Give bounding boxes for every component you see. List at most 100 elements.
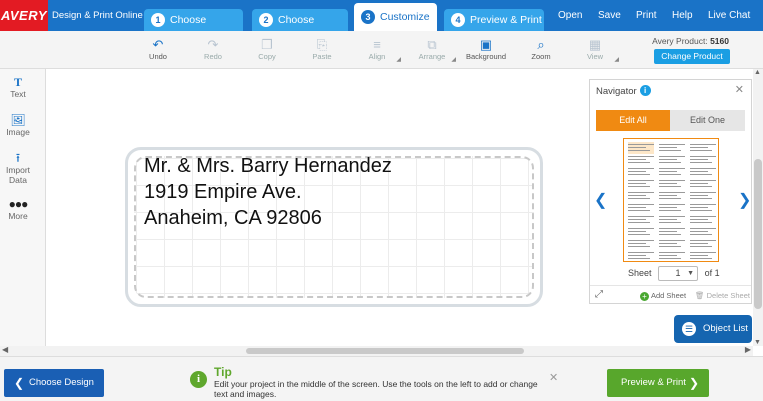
thumbnail-label-cell — [690, 154, 716, 166]
paste-label: Paste — [312, 52, 332, 61]
align-button[interactable]: ≡ Align ◢ — [355, 37, 401, 63]
step-preview-print[interactable]: 4 Preview & Print — [444, 9, 544, 31]
more-icon: ●●● — [8, 197, 29, 211]
chevron-right-icon: ❯ — [688, 376, 699, 390]
delete-sheet-label: Delete Sheet — [706, 291, 750, 300]
copy-icon: ❐ — [261, 37, 273, 52]
live-chat-link[interactable]: Live Chat — [708, 0, 750, 31]
tip-text: Edit your project in the middle of the s… — [214, 379, 538, 399]
image-icon: 🖼 — [10, 113, 26, 127]
product-number: 5160 — [710, 36, 729, 46]
choose-design-label: Choose Design — [29, 377, 94, 388]
thumbnail-label-cell — [628, 166, 654, 178]
thumbnail-label-cell — [690, 238, 716, 250]
step-number: 3 — [361, 10, 375, 24]
step-number: 4 — [451, 13, 465, 27]
redo-button[interactable]: ↷ Redo — [191, 37, 235, 61]
sidebar-item-label: More — [8, 211, 28, 221]
close-icon[interactable]: ✕ — [735, 83, 744, 96]
horizontal-scroll-thumb[interactable] — [246, 348, 524, 354]
text-icon: T — [13, 75, 22, 89]
thumbnail-label-cell — [690, 202, 716, 214]
add-sheet-label: Add Sheet — [651, 291, 687, 300]
redo-label: Redo — [204, 52, 222, 61]
expand-icon[interactable]: ⤢ — [595, 289, 603, 300]
top-nav-bar: AVERY Design & Print Online 1 Choose Pro… — [0, 0, 763, 48]
scroll-up-icon[interactable]: ▲ — [754, 69, 761, 76]
toolbar: ↶ Undo ↷ Redo ❐ Copy ⎘ Paste ≡ Align ◢ ⧉… — [0, 31, 763, 69]
sidebar-item-import-data[interactable]: ⭱ Import Data — [0, 151, 36, 185]
scroll-left-icon[interactable]: ◀ — [2, 345, 8, 354]
help-link[interactable]: Help — [672, 0, 693, 31]
sidebar-item-image[interactable]: 🖼 Image — [0, 113, 36, 137]
step-customize[interactable]: 3 Customize — [354, 3, 437, 31]
thumbnail-label-cell — [690, 214, 716, 226]
address-line-street[interactable]: 1919 Empire Ave. — [144, 181, 302, 204]
vertical-scroll-thumb[interactable] — [754, 159, 762, 309]
sheet-thumbnail[interactable] — [623, 138, 719, 262]
info-icon[interactable]: i — [639, 85, 651, 96]
preview-print-button[interactable]: Preview & Print ❯ — [607, 369, 709, 397]
close-icon[interactable]: ✕ — [549, 371, 558, 384]
background-label: Background — [465, 52, 507, 61]
sheet-selector-row: Sheet 1 ▼ of 1 — [628, 266, 720, 281]
view-button[interactable]: ▦ View ◢ — [573, 37, 619, 63]
undo-icon: ↶ — [152, 37, 164, 52]
copy-label: Copy — [258, 52, 276, 61]
dropdown-caret-icon: ◢ — [614, 57, 619, 63]
thumbnail-label-cell — [659, 166, 685, 178]
address-line-name[interactable]: Mr. & Mrs. Barry Hernandez — [144, 155, 392, 178]
print-link[interactable]: Print — [636, 0, 657, 31]
scroll-right-icon[interactable]: ▶ — [745, 345, 751, 354]
delete-icon: 🗑 — [695, 291, 705, 300]
save-link[interactable]: Save — [598, 0, 621, 31]
avery-logo[interactable]: AVERY — [0, 0, 48, 31]
thumbnail-label-cell — [628, 154, 654, 166]
chevron-right-icon[interactable]: ❯ — [738, 190, 751, 210]
undo-button[interactable]: ↶ Undo — [136, 37, 180, 61]
change-product-button[interactable]: Change Product — [654, 49, 730, 64]
copy-button[interactable]: ❐ Copy — [245, 37, 289, 61]
add-sheet-button[interactable]: + Add Sheet — [640, 291, 686, 301]
step-number: 2 — [259, 13, 273, 27]
preview-print-label: Preview & Print — [621, 377, 686, 388]
object-list-label: Object List — [703, 323, 748, 334]
scroll-down-icon[interactable]: ▼ — [754, 339, 761, 346]
sidebar-item-label: Image — [6, 127, 30, 137]
vertical-scrollbar[interactable]: ▲ ▼ — [753, 69, 763, 346]
step-choose-design[interactable]: 2 Choose Design — [252, 9, 348, 48]
paste-button[interactable]: ⎘ Paste — [300, 37, 344, 61]
horizontal-scrollbar[interactable]: ◀ ▶ — [0, 345, 753, 356]
sheet-select[interactable]: 1 ▼ — [658, 266, 699, 281]
thumbnail-label-cell — [690, 142, 716, 154]
address-line-city[interactable]: Anaheim, CA 92806 — [144, 207, 322, 230]
background-button[interactable]: ▣ Background — [464, 37, 508, 61]
edit-all-tab[interactable]: Edit All — [596, 110, 670, 131]
choose-design-button[interactable]: ❮ Choose Design — [4, 369, 104, 397]
delete-sheet-button[interactable]: 🗑 Delete Sheet — [695, 291, 750, 300]
sidebar-item-text[interactable]: T Text — [0, 75, 36, 99]
thumbnail-label-cell — [628, 214, 654, 226]
chevron-left-icon[interactable]: ❮ — [594, 190, 607, 210]
plus-icon: + — [640, 292, 649, 301]
address-label[interactable]: Mr. & Mrs. Barry Hernandez 1919 Empire A… — [125, 147, 543, 307]
design-canvas[interactable]: Mr. & Mrs. Barry Hernandez 1919 Empire A… — [47, 69, 587, 346]
background-icon: ▣ — [479, 37, 493, 52]
object-list-button[interactable]: ☰ Object List — [674, 315, 752, 343]
navigator-title-text: Navigator — [596, 86, 637, 97]
bottom-bar: ❮ Choose Design i Tip Edit your project … — [0, 356, 763, 401]
edit-one-tab[interactable]: Edit One — [670, 110, 745, 131]
open-link[interactable]: Open — [558, 0, 582, 31]
navigator-footer: ⤢ + Add Sheet 🗑 Delete Sheet — [590, 285, 751, 304]
thumbnail-label-cell — [659, 202, 685, 214]
dropdown-caret-icon: ◢ — [451, 57, 456, 63]
left-sidebar: T Text 🖼 Image ⭱ Import Data ●●● More — [0, 69, 46, 346]
thumbnail-label-cell — [628, 226, 654, 238]
arrange-button[interactable]: ⧉ Arrange ◢ — [410, 37, 456, 63]
thumbnail-label-cell — [628, 178, 654, 190]
zoom-button[interactable]: ⌕ Zoom — [519, 37, 563, 61]
sheet-of-label: of 1 — [704, 267, 720, 278]
sidebar-item-more[interactable]: ●●● More — [0, 197, 36, 221]
paste-icon: ⎘ — [316, 37, 328, 52]
step-choose-product[interactable]: 1 Choose Product — [144, 9, 243, 48]
